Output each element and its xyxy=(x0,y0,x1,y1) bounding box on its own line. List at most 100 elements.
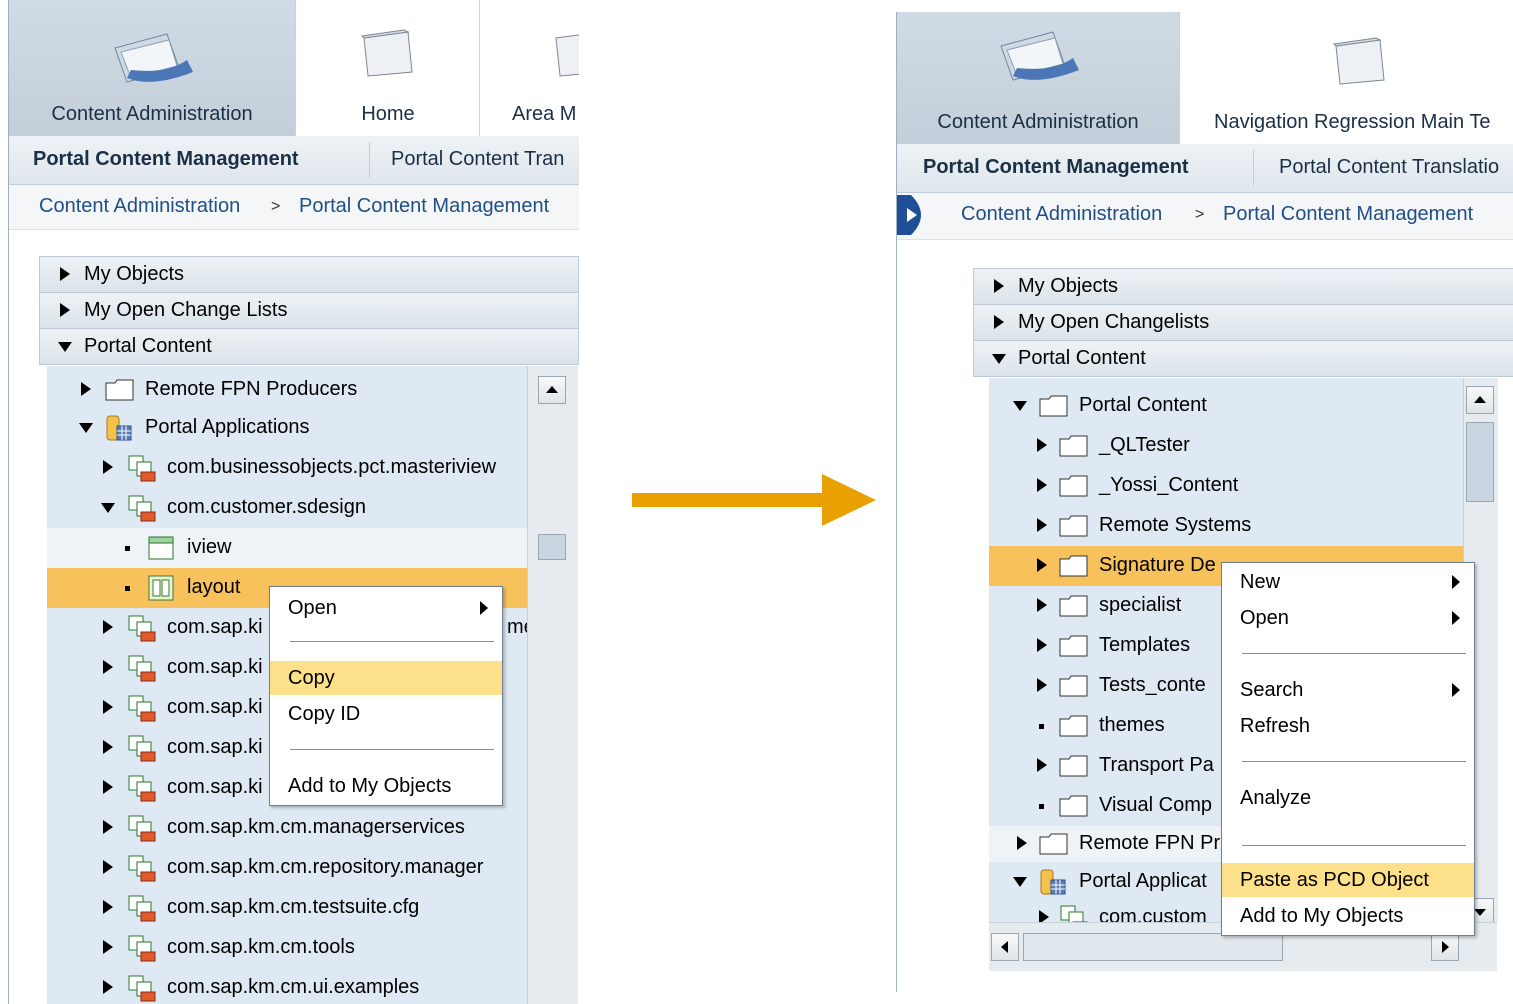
tree-node[interactable]: com.sap.km.cm.ui.examples xyxy=(47,968,527,1004)
expand-arrow-icon xyxy=(1017,836,1027,850)
menu-item-refresh[interactable]: Refresh xyxy=(1222,709,1474,743)
nav-portal-content-translation[interactable]: Portal Content Translatio xyxy=(1279,156,1499,179)
expand-arrow-icon xyxy=(103,860,113,874)
section-portal-content[interactable]: Portal Content xyxy=(973,340,1513,377)
package-icon xyxy=(128,615,156,642)
arrow-up-icon xyxy=(546,386,558,393)
expand-arrow-icon xyxy=(1037,518,1047,532)
tab-content-administration[interactable]: Content Administration xyxy=(9,0,295,136)
menu-item-label: Open xyxy=(1240,607,1289,629)
menu-item-search[interactable]: Search xyxy=(1222,673,1474,707)
folder-icon xyxy=(555,34,579,77)
nav-portal-content-translation[interactable]: Portal Content Tran xyxy=(391,148,564,171)
tree-node[interactable]: com.customer.sdesign xyxy=(47,488,527,528)
tree-node-label: com.sap.ki xyxy=(167,776,263,798)
expand-navigation-icon[interactable] xyxy=(897,195,933,235)
folder-icon xyxy=(1059,435,1088,457)
menu-item-open[interactable]: Open xyxy=(1222,601,1474,635)
tree-node[interactable]: iview xyxy=(47,528,527,568)
tab-label: Area M xyxy=(512,103,577,125)
tree-node-label: com.sap.ki xyxy=(167,616,263,638)
package-icon xyxy=(128,855,156,882)
scroll-right-button[interactable] xyxy=(1431,933,1459,961)
collapse-arrow-icon xyxy=(992,354,1006,364)
context-menu: New Open Search Refresh Analyze Paste as… xyxy=(1221,562,1475,936)
tree-node-label: com.sap.km.cm.ui.examples xyxy=(167,976,420,998)
tree-node[interactable]: Portal Applications xyxy=(47,408,527,448)
top-tab-strip: Content Administration Navigation Regres… xyxy=(897,12,1513,145)
nav-portal-content-management[interactable]: Portal Content Management xyxy=(923,156,1189,179)
tree-node-label: Remote FPN Pr xyxy=(1079,832,1221,854)
expand-arrow-icon xyxy=(1037,678,1047,692)
menu-item-label: Copy xyxy=(288,667,335,689)
tree-node[interactable]: _Yossi_Content xyxy=(989,466,1463,506)
tree-node-label: specialist xyxy=(1099,594,1182,616)
breadcrumb: Content Administration > Portal Content … xyxy=(897,193,1513,240)
tree-node-label: Portal Content xyxy=(1079,394,1207,416)
scroll-thumb-horizontal[interactable] xyxy=(1023,933,1283,961)
package-icon xyxy=(128,775,156,802)
menu-item-label: Add to My Objects xyxy=(1240,905,1404,927)
tree-node[interactable]: _QLTester xyxy=(989,426,1463,466)
section-my-objects[interactable]: My Objects xyxy=(39,256,579,293)
scroll-thumb[interactable] xyxy=(538,534,566,560)
scroll-thumb[interactable] xyxy=(1466,422,1494,502)
submenu-arrow-icon xyxy=(1452,683,1460,697)
expand-arrow-icon xyxy=(60,303,70,317)
breadcrumb-link[interactable]: Content Administration xyxy=(961,203,1162,226)
layout-icon xyxy=(148,575,174,601)
tree-node[interactable]: com.sap.km.cm.testsuite.cfg xyxy=(47,888,527,928)
menu-item-label: New xyxy=(1240,571,1281,593)
folder-icon xyxy=(1039,833,1068,855)
menu-item-open[interactable]: Open xyxy=(270,591,502,625)
menu-separator xyxy=(1242,653,1466,654)
menu-separator xyxy=(1242,845,1466,846)
tree-node-label: themes xyxy=(1099,714,1165,736)
tree-node[interactable]: com.sap.km.cm.repository.manager xyxy=(47,848,527,888)
menu-item-new[interactable]: New xyxy=(1222,565,1474,599)
tree-node-label: com.businessobjects.pct.masteriview xyxy=(167,456,497,478)
section-my-objects[interactable]: My Objects xyxy=(973,268,1513,305)
menu-item-add-to-my-objects[interactable]: Add to My Objects xyxy=(1222,899,1474,933)
section-portal-content[interactable]: Portal Content xyxy=(39,328,579,365)
section-my-open-change-lists[interactable]: My Open Change Lists xyxy=(39,292,579,329)
expand-arrow-icon xyxy=(103,980,113,994)
scroll-up-button[interactable] xyxy=(1466,386,1494,414)
menu-item-paste-as-pcd-object[interactable]: Paste as PCD Object xyxy=(1222,863,1474,897)
tree-node[interactable]: com.businessobjects.pct.masteriview xyxy=(47,448,527,488)
expand-arrow-icon xyxy=(103,940,113,954)
tab-navigation-regression[interactable]: Navigation Regression Main Te xyxy=(1179,12,1513,144)
menu-item-add-to-my-objects[interactable]: Add to My Objects xyxy=(270,769,502,803)
arrow-left-icon xyxy=(1001,941,1008,953)
menu-item-label: Open xyxy=(288,597,337,619)
menu-separator xyxy=(290,641,494,642)
menu-item-analyze[interactable]: Analyze xyxy=(1222,781,1474,815)
scroll-left-button[interactable] xyxy=(991,933,1019,961)
breadcrumb-link[interactable]: Content Administration xyxy=(39,195,240,218)
breadcrumb-current[interactable]: Portal Content Management xyxy=(1223,203,1473,226)
nav-portal-content-management[interactable]: Portal Content Management xyxy=(33,148,299,171)
section-my-open-changelists[interactable]: My Open Changelists xyxy=(973,304,1513,341)
tree-node-label: Visual Comp xyxy=(1099,794,1213,816)
tree-node-label: Portal Applications xyxy=(145,416,310,438)
breadcrumb-current[interactable]: Portal Content Management xyxy=(299,195,549,218)
tree-node[interactable]: com.sap.km.cm.tools xyxy=(47,928,527,968)
vertical-scrollbar[interactable] xyxy=(527,366,578,1004)
tab-label: Content Administration xyxy=(51,103,253,125)
tree-node[interactable]: Portal Content xyxy=(989,386,1463,426)
tree-node[interactable]: com.sap.km.cm.managerservices xyxy=(47,808,527,848)
menu-item-copy[interactable]: Copy xyxy=(270,661,502,695)
tab-home[interactable]: Home xyxy=(295,0,480,136)
tree-node[interactable]: Remote FPN Producers xyxy=(47,370,527,410)
tab-area[interactable]: Area M xyxy=(479,0,579,136)
breadcrumb-separator: > xyxy=(271,198,281,215)
folder-icon xyxy=(1059,595,1088,617)
scroll-up-button[interactable] xyxy=(538,376,566,404)
folder-icon xyxy=(1059,715,1088,737)
expand-arrow-icon xyxy=(103,620,113,634)
menu-item-copy-id[interactable]: Copy ID xyxy=(270,697,502,731)
tree-node[interactable]: Remote Systems xyxy=(989,506,1463,546)
tab-content-administration[interactable]: Content Administration xyxy=(897,12,1179,144)
package-icon xyxy=(128,815,156,842)
menu-item-label: Refresh xyxy=(1240,715,1311,737)
